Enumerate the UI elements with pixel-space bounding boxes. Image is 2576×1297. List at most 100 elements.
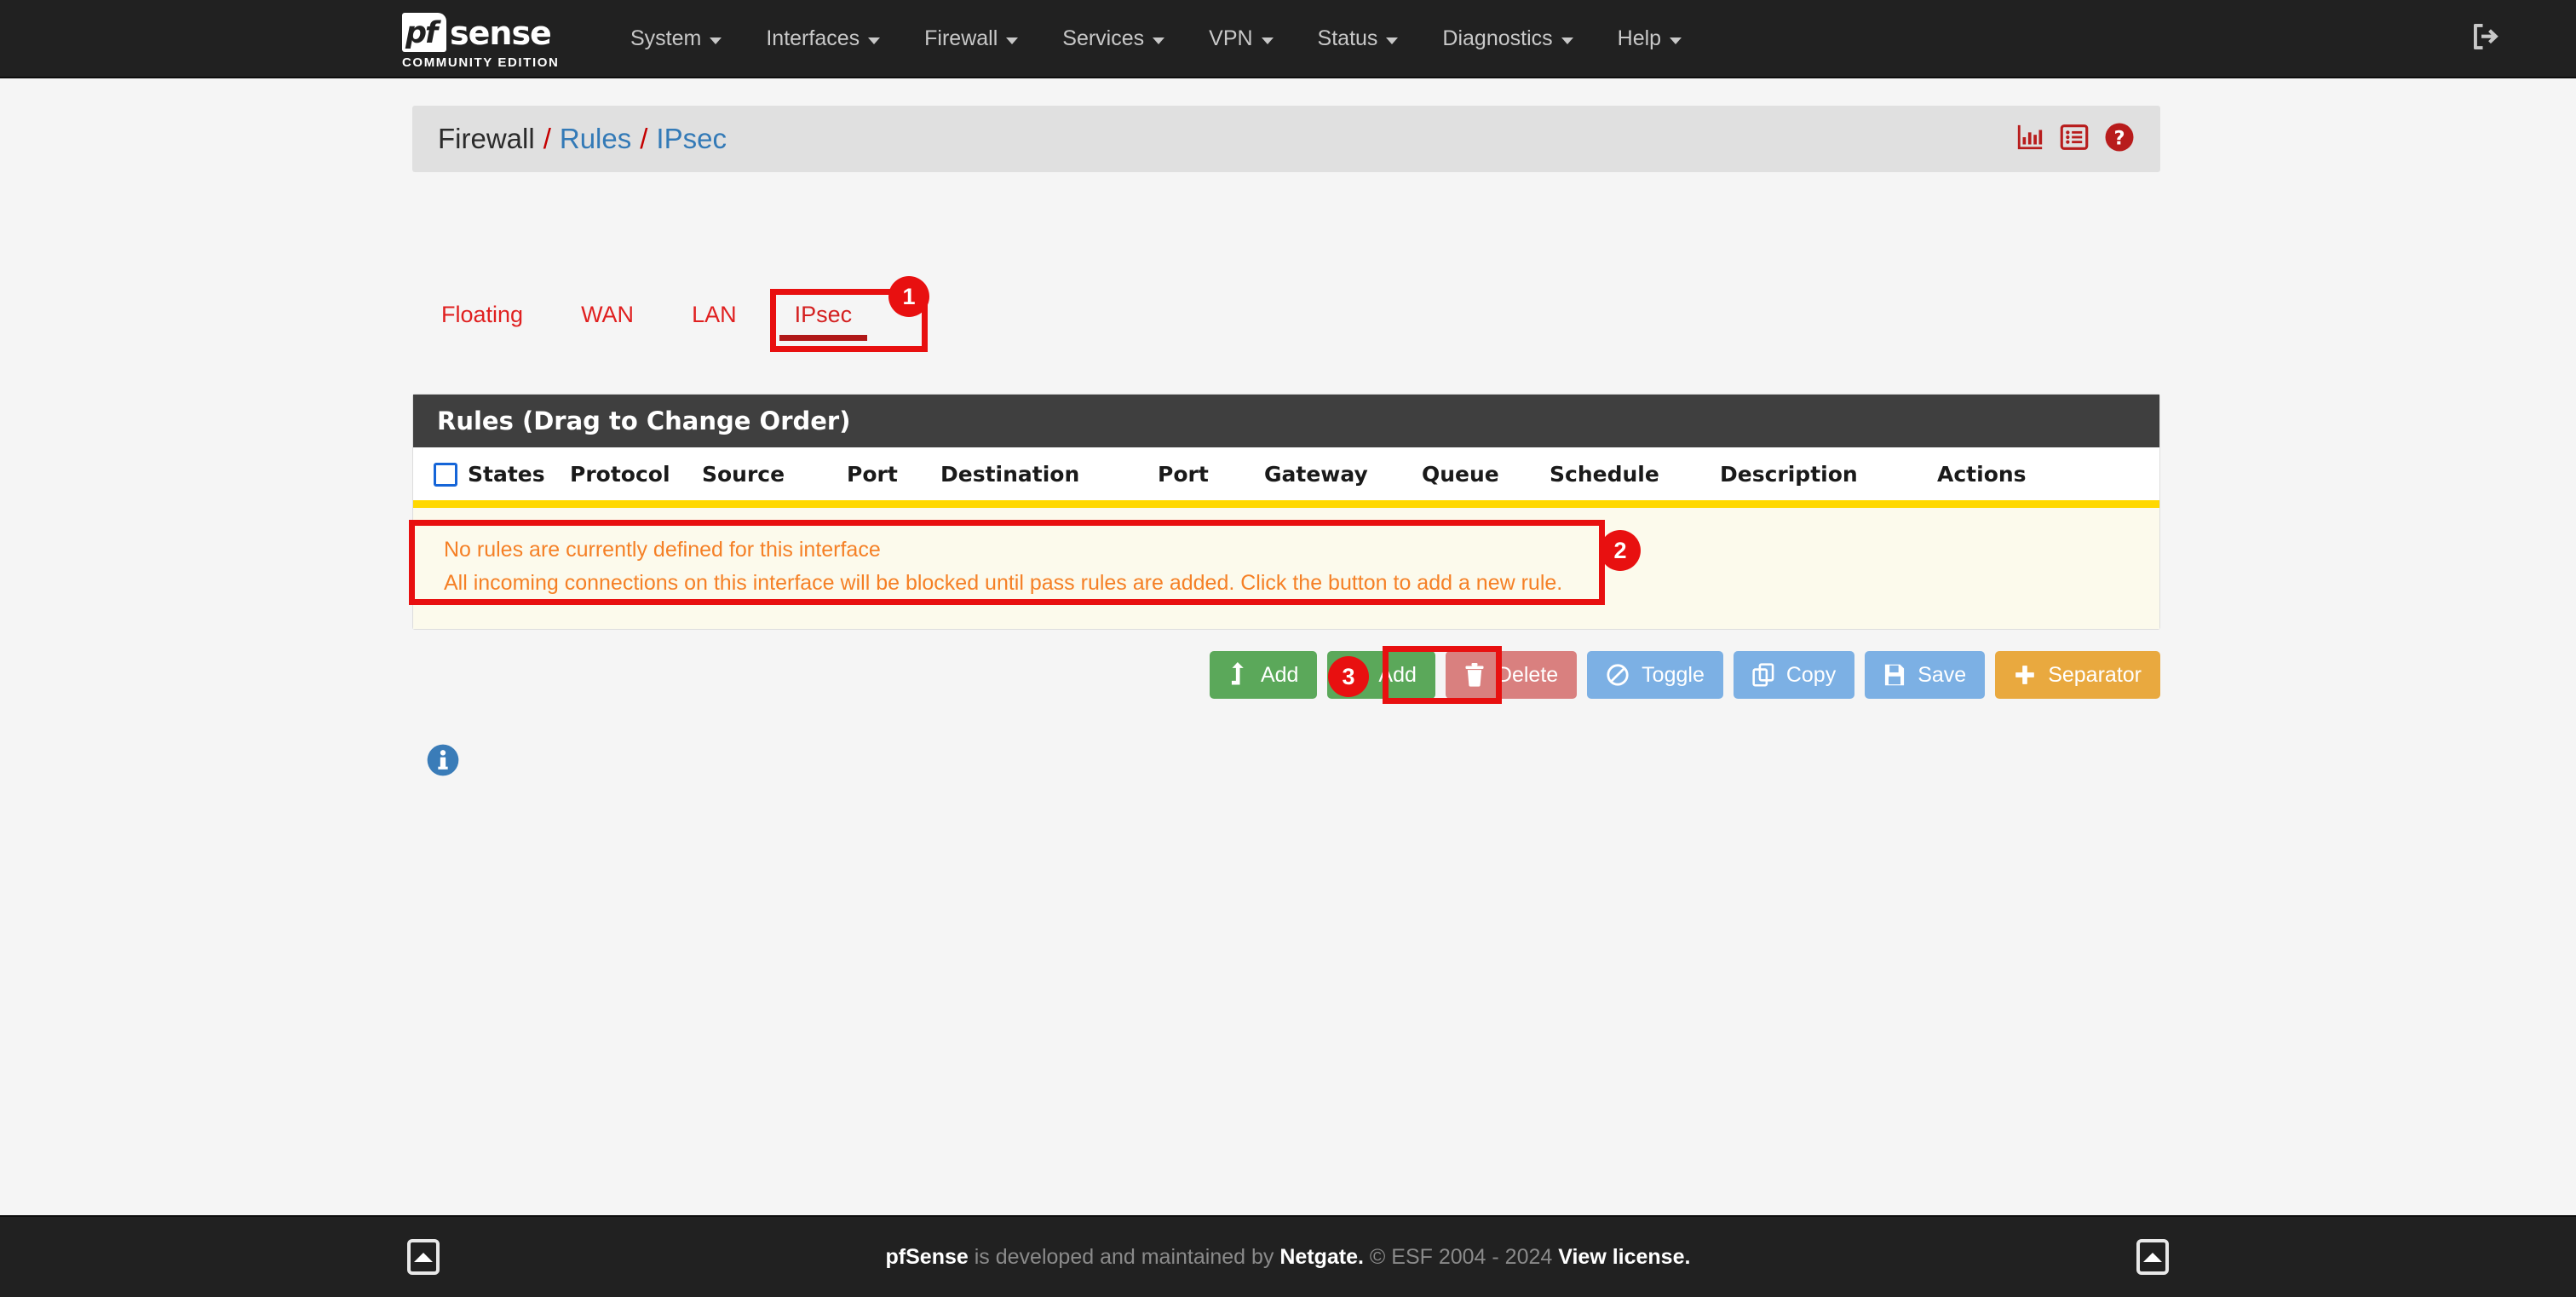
rules-table-header-row: States Protocol Source Port Destination … bbox=[413, 447, 2159, 500]
clone-icon bbox=[1752, 663, 1774, 687]
annotation-badge-2: 2 bbox=[1600, 530, 1641, 571]
chevron-down-icon bbox=[1262, 37, 1274, 44]
select-all-cell bbox=[413, 447, 468, 500]
page-content: Firewall / Rules / IPsec bbox=[0, 78, 2576, 1256]
nav-label: VPN bbox=[1209, 26, 1252, 51]
logo-sense-text: sense bbox=[450, 14, 551, 52]
nav-label: Firewall bbox=[924, 26, 998, 51]
breadcrumb: Firewall / Rules / IPsec bbox=[438, 123, 727, 155]
footer-brand: pfSense bbox=[886, 1245, 969, 1269]
nav-item-firewall[interactable]: Firewall bbox=[902, 0, 1040, 78]
column-description: Description bbox=[1720, 447, 1937, 500]
nav-label: Interfaces bbox=[766, 26, 860, 51]
chevron-down-icon bbox=[1561, 37, 1573, 44]
warning-line-1: No rules are currently defined for this … bbox=[444, 533, 2129, 567]
chevron-down-icon bbox=[1153, 37, 1164, 44]
column-gateway: Gateway bbox=[1264, 447, 1422, 500]
button-label: Add bbox=[1378, 663, 1416, 688]
list-table-icon[interactable] bbox=[2060, 123, 2089, 156]
copy-button[interactable]: Copy bbox=[1734, 651, 1854, 699]
rules-empty-cell: No rules are currently defined for this … bbox=[413, 500, 2159, 629]
chevron-down-icon bbox=[1670, 37, 1682, 44]
nav-item-diagnostics[interactable]: Diagnostics bbox=[1420, 0, 1595, 78]
logo-pf-text: pf bbox=[405, 15, 436, 51]
tab-floating[interactable]: Floating bbox=[412, 286, 552, 343]
page-footer: pfSense is developed and maintained by N… bbox=[0, 1215, 2576, 1297]
tab-wan[interactable]: WAN bbox=[552, 286, 663, 343]
nav-label: Help bbox=[1618, 26, 1661, 51]
column-port-dst: Port bbox=[1158, 447, 1264, 500]
trash-icon bbox=[1464, 663, 1485, 687]
arrow-up-icon bbox=[1228, 662, 1249, 688]
column-schedule: Schedule bbox=[1550, 447, 1720, 500]
button-label: Delete bbox=[1497, 663, 1558, 688]
column-queue: Queue bbox=[1422, 447, 1550, 500]
column-source: Source bbox=[702, 447, 847, 500]
footer-text: pfSense is developed and maintained by N… bbox=[0, 1245, 2576, 1270]
tab-label: Floating bbox=[441, 302, 523, 328]
rules-panel: Rules (Drag to Change Order) States Prot… bbox=[412, 394, 2160, 630]
rules-table: States Protocol Source Port Destination … bbox=[413, 447, 2159, 629]
sign-out-icon[interactable] bbox=[2470, 21, 2503, 56]
breadcrumb-link-rules[interactable]: Rules bbox=[560, 123, 631, 155]
footer-company: Netgate. bbox=[1279, 1245, 1364, 1269]
warning-line-2: All incoming connections on this interfa… bbox=[444, 567, 2129, 600]
rules-warning: No rules are currently defined for this … bbox=[413, 500, 2159, 629]
nav-item-status[interactable]: Status bbox=[1296, 0, 1421, 78]
chevron-down-icon bbox=[868, 37, 880, 44]
pfsense-logo[interactable]: pf sense COMMUNITY EDITION bbox=[402, 0, 572, 78]
rules-panel-title: Rules (Drag to Change Order) bbox=[413, 395, 2159, 447]
toggle-button[interactable]: Toggle bbox=[1587, 651, 1723, 699]
tab-lan[interactable]: LAN bbox=[663, 286, 766, 343]
nav-item-services[interactable]: Services bbox=[1040, 0, 1187, 78]
chevron-down-icon bbox=[710, 37, 722, 44]
brand-subtitle: COMMUNITY EDITION bbox=[402, 55, 572, 70]
column-protocol: Protocol bbox=[570, 447, 702, 500]
footer-middle: is developed and maintained by bbox=[969, 1245, 1280, 1269]
floppy-save-icon bbox=[1883, 663, 1906, 687]
nav-item-vpn[interactable]: VPN bbox=[1187, 0, 1295, 78]
help-circle-icon[interactable]: ? bbox=[2104, 122, 2135, 157]
nav-item-system[interactable]: System bbox=[608, 0, 744, 78]
nav-label: Status bbox=[1318, 26, 1378, 51]
footer-license-link[interactable]: View license. bbox=[1558, 1245, 1690, 1269]
column-destination: Destination bbox=[940, 447, 1158, 500]
tab-label: IPsec bbox=[795, 302, 853, 328]
annotation-badge-1: 1 bbox=[888, 276, 929, 317]
ban-icon bbox=[1606, 663, 1630, 687]
bar-chart-icon[interactable] bbox=[2015, 123, 2044, 156]
tab-label: LAN bbox=[692, 302, 737, 328]
button-label: Toggle bbox=[1642, 663, 1705, 688]
nav-item-interfaces[interactable]: Interfaces bbox=[744, 0, 902, 78]
delete-button[interactable]: Delete bbox=[1446, 651, 1577, 699]
top-navbar: pf sense COMMUNITY EDITION System Interf… bbox=[0, 0, 2576, 78]
column-port-src: Port bbox=[847, 447, 940, 500]
column-states: States bbox=[468, 447, 570, 500]
svg-text:?: ? bbox=[2113, 127, 2125, 149]
select-all-checkbox[interactable] bbox=[434, 463, 457, 487]
rules-action-buttons: Add Add Delete bbox=[412, 651, 2160, 699]
page-header-icons: ? bbox=[2015, 122, 2135, 157]
add-up-button[interactable]: Add bbox=[1210, 651, 1317, 699]
column-actions: Actions bbox=[1937, 447, 2159, 500]
rules-empty-row: No rules are currently defined for this … bbox=[413, 500, 2159, 629]
tab-ipsec[interactable]: IPsec bbox=[766, 286, 882, 343]
chevron-down-icon bbox=[1006, 37, 1018, 44]
breadcrumb-root: Firewall bbox=[438, 123, 535, 155]
footer-copyright: © ESF 2004 - 2024 bbox=[1364, 1245, 1558, 1269]
nav-label: System bbox=[630, 26, 701, 51]
nav-item-help[interactable]: Help bbox=[1596, 0, 1704, 78]
save-button[interactable]: Save bbox=[1865, 651, 1985, 699]
navbar-right bbox=[2470, 21, 2503, 56]
info-circle-icon[interactable] bbox=[426, 743, 460, 781]
main-menu: System Interfaces Firewall Services VPN … bbox=[608, 0, 1704, 78]
breadcrumb-separator: / bbox=[640, 123, 647, 155]
button-label: Save bbox=[1918, 663, 1966, 688]
button-label: Separator bbox=[2048, 663, 2142, 688]
button-label: Copy bbox=[1786, 663, 1836, 688]
page-header-bar: Firewall / Rules / IPsec bbox=[412, 106, 2160, 172]
separator-button[interactable]: Separator bbox=[1995, 651, 2160, 699]
brand-logo-mark: pf sense bbox=[402, 13, 559, 54]
button-label: Add bbox=[1261, 663, 1298, 688]
breadcrumb-link-ipsec[interactable]: IPsec bbox=[656, 123, 727, 155]
